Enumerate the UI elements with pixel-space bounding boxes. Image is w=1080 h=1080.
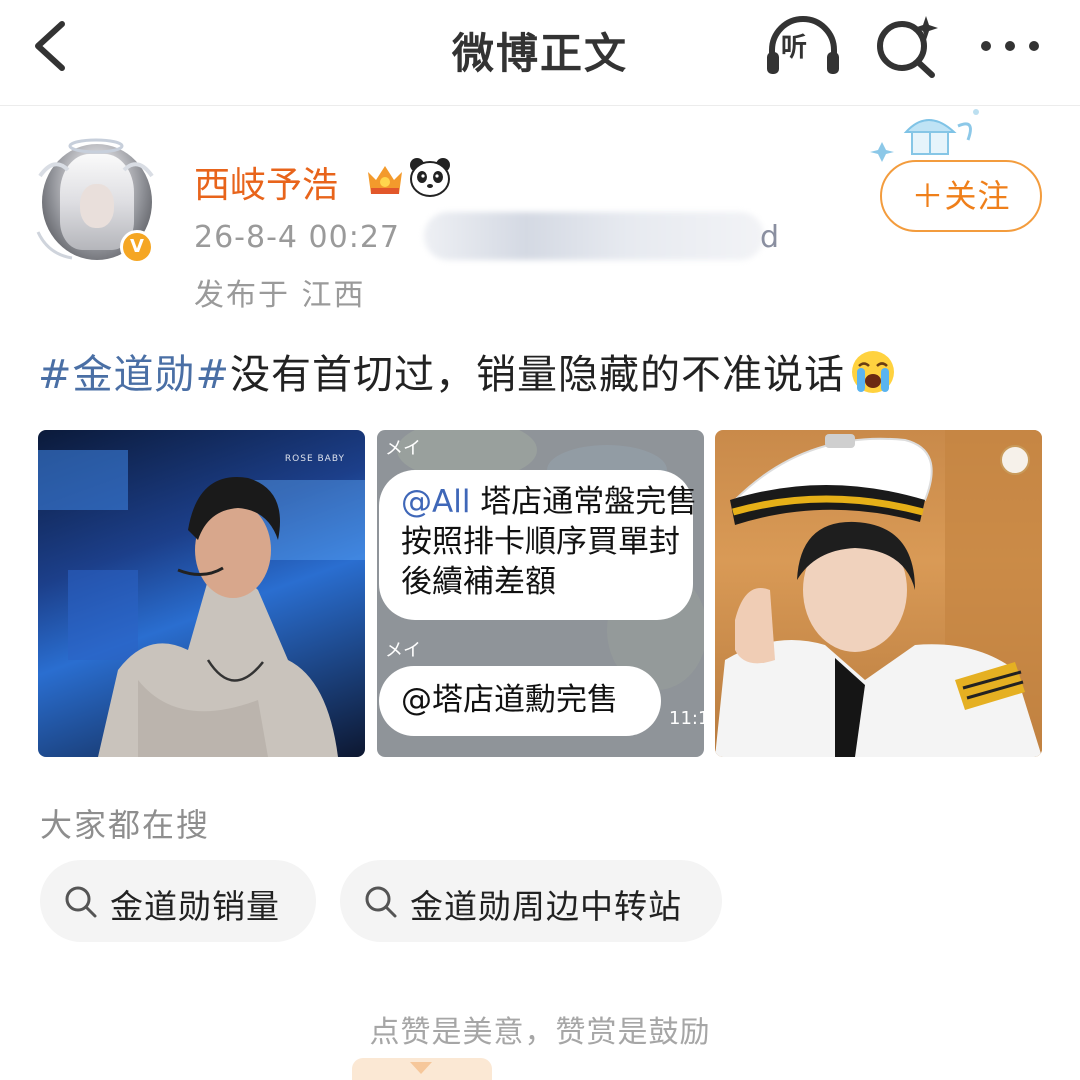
chat-line-4: @塔店道勳完售 — [401, 682, 618, 718]
post-body: 没有首切过，销量隐藏的不准说话 — [230, 352, 846, 398]
trending-search-chip[interactable]: 金道勋销量 — [40, 860, 316, 942]
trending-search-chip[interactable]: 金道勋周边中转站 — [340, 860, 722, 942]
follow-button[interactable]: ＋关注 — [880, 160, 1042, 232]
post-image-1[interactable]: ROSE BABY — [38, 430, 365, 757]
crying-face-emoji — [852, 351, 895, 393]
listen-headphones-icon[interactable] — [764, 16, 842, 76]
concert-photo-illustration — [38, 450, 365, 757]
post-image-3[interactable] — [715, 430, 1042, 757]
post-time: 26-8-4 00:27 — [194, 220, 400, 255]
more-icon[interactable] — [974, 28, 1046, 64]
trending-search-label: 金道勋销量 — [110, 887, 280, 926]
top-nav-bar: 微博正文 听 — [0, 0, 1080, 106]
blurred-source-text — [424, 212, 764, 260]
reward-hint-text: 点赞是美意，赞赏是鼓励 — [369, 1015, 711, 1050]
chevron-down-icon — [410, 1062, 432, 1074]
search-icon — [365, 886, 397, 918]
post-location: 发布于 江西 — [194, 278, 366, 313]
search-icon — [65, 886, 97, 918]
chat-line-3: 後續補差額 — [401, 564, 556, 600]
chat-mention: @All — [401, 484, 471, 520]
image-watermark: ROSE BABY — [284, 454, 345, 464]
chat-line-1-text: 塔店通常盤完售 — [470, 484, 698, 520]
chat-timestamp: 11:1 — [669, 708, 704, 729]
search-spark-icon[interactable] — [874, 12, 940, 78]
vip-crown-icon — [368, 166, 402, 194]
panda-icon — [410, 158, 450, 197]
post-text: #金道勋#没有首切过，销量隐藏的不准说话 — [38, 342, 897, 400]
chat-sender-2: メイ — [385, 640, 421, 661]
trending-search-label: 金道勋周边中转站 — [410, 887, 682, 926]
trending-heading: 大家都在搜 — [40, 806, 211, 844]
hashtag-link[interactable]: #金道勋# — [38, 352, 230, 398]
author-name[interactable]: 西岐予浩 — [194, 156, 338, 208]
chat-line-2: 按照排卡順序買單封 — [401, 524, 680, 560]
uniform-photo-illustration — [715, 430, 1042, 757]
post-image-2[interactable]: メイ @All 塔店通常盤完售 按照排卡順序買單封 後續補差額 メイ @塔店道勳… — [377, 430, 704, 757]
chat-line-1: @All 塔店通常盤完售 — [401, 482, 697, 522]
verified-badge: V — [120, 230, 154, 264]
chat-sender-1: メイ — [385, 438, 421, 459]
chat-bubble-1: @All 塔店通常盤完售 按照排卡順序買單封 後續補差額 — [379, 470, 697, 620]
chat-bubble-2: @塔店道勳完售 — [379, 666, 661, 736]
source-tail: d — [760, 220, 780, 255]
